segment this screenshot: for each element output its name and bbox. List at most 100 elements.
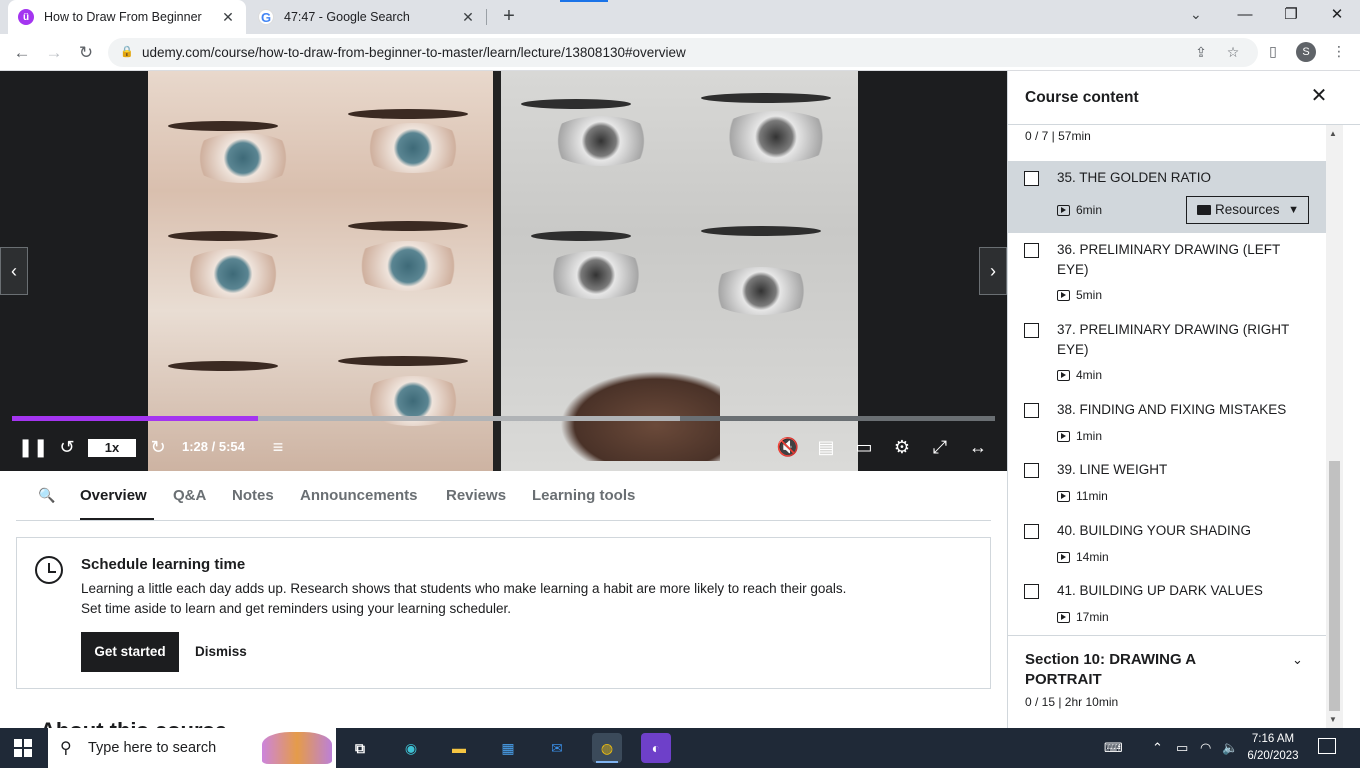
share-icon[interactable]: ⇪ <box>1192 44 1210 62</box>
video-icon <box>1057 289 1070 301</box>
close-icon[interactable]: ✕ <box>220 9 236 25</box>
mute-icon[interactable]: 🔇 <box>776 435 800 459</box>
side-panel-icon[interactable]: ▯ <box>1264 43 1282 61</box>
windows-taskbar: ⚲ Type here to search ⧉ ◉ ▬ ▦ ✉ ◍ ◐ ⌨ ⌃ … <box>0 728 1360 768</box>
new-tab-button[interactable]: + <box>498 5 520 27</box>
section-progress: 0 / 7 | 57min <box>1025 129 1091 143</box>
video-progress-bar[interactable] <box>12 416 995 421</box>
tab-announcements[interactable]: Announcements <box>300 487 418 504</box>
settings-gear-icon[interactable]: ⚙ <box>890 435 914 459</box>
video-frame-reference-photo <box>148 71 493 471</box>
close-sidebar-button[interactable]: ✕ <box>1308 85 1330 107</box>
lesson-checkbox[interactable] <box>1024 243 1039 258</box>
mail-icon[interactable]: ✉ <box>542 733 572 763</box>
browser-tab-google[interactable]: G 47:47 - Google Search ✕ <box>250 0 486 34</box>
github-desktop-icon[interactable]: ◐ <box>641 733 671 763</box>
url-text[interactable]: udemy.com/course/how-to-draw-from-beginn… <box>142 45 686 60</box>
lesson-item[interactable]: 36. PRELIMINARY DRAWING (LEFT EYE) 5min <box>1008 233 1326 313</box>
video-player[interactable]: ‹ › ❚❚ ↺ 1x ↻ 1:28 / 5:54 ≡ 🔇 ▤ ▭ ⚙ ⤢ ↔ <box>0 71 1007 471</box>
address-bar[interactable]: 🔒 udemy.com/course/how-to-draw-from-begi… <box>108 38 1258 67</box>
taskbar-clock[interactable]: 7:16 AM 6/20/2023 <box>1246 731 1300 765</box>
folder-icon <box>1197 205 1211 215</box>
chevron-up-icon[interactable]: ⌃ <box>1152 740 1163 756</box>
forward-icon[interactable]: ↻ <box>146 435 170 459</box>
lesson-title: 38. FINDING AND FIXING MISTAKES <box>1057 402 1287 417</box>
forward-button[interactable]: → <box>43 42 65 64</box>
eyebrow <box>348 221 468 231</box>
windows-start-icon[interactable] <box>14 739 32 757</box>
eyebrow <box>338 356 468 366</box>
reload-button[interactable]: ↻ <box>75 42 97 64</box>
duration-text: 14min <box>1076 550 1109 564</box>
chevron-down-icon[interactable]: ⌄ <box>1190 6 1208 26</box>
store-icon[interactable]: ▦ <box>493 733 523 763</box>
close-icon[interactable]: ✕ <box>460 9 476 25</box>
resources-dropdown[interactable]: Resources ▼ <box>1186 196 1309 224</box>
tab-notes[interactable]: Notes <box>232 487 274 504</box>
card-description: Learning a little each day adds up. Rese… <box>81 579 961 619</box>
task-view-icon[interactable]: ⧉ <box>345 733 375 763</box>
next-lecture-button[interactable]: › <box>979 247 1007 295</box>
notifications-icon[interactable] <box>1318 738 1336 754</box>
lesson-checkbox[interactable] <box>1024 463 1039 478</box>
star-icon[interactable]: ☆ <box>1224 44 1242 62</box>
fullscreen-icon[interactable]: ⤢ <box>928 435 952 459</box>
lock-icon[interactable]: 🔒 <box>120 45 134 58</box>
search-highlight-image <box>262 732 332 764</box>
file-explorer-icon[interactable]: ▬ <box>444 733 474 763</box>
course-content-sidebar: Course content ✕ 0 / 7 | 57min 35. THE G… <box>1007 71 1360 728</box>
previous-lecture-button[interactable]: ‹ <box>0 247 28 295</box>
rewind-icon[interactable]: ↺ <box>55 435 79 459</box>
lesson-item[interactable]: 38. FINDING AND FIXING MISTAKES 1min <box>1008 393 1326 453</box>
browser-tab-udemy[interactable]: ü How to Draw From Beginner to Master ✕ <box>8 0 246 34</box>
search-placeholder: Type here to search <box>88 740 217 756</box>
scroll-up-icon[interactable]: ▲ <box>1329 129 1337 138</box>
tab-reviews[interactable]: Reviews <box>446 487 506 504</box>
avatar[interactable]: S <box>1296 42 1316 62</box>
lesson-item[interactable]: 39. LINE WEIGHT 11min <box>1008 453 1326 513</box>
tab-qa[interactable]: Q&A <box>173 487 206 504</box>
scroll-down-icon[interactable]: ▼ <box>1329 715 1337 724</box>
lesson-item[interactable]: 35. THE GOLDEN RATIO 6min Resources ▼ <box>1008 161 1326 233</box>
tab-overview[interactable]: Overview <box>80 487 147 504</box>
menu-icon[interactable]: ⋮ <box>1330 43 1348 61</box>
battery-icon[interactable]: ▭ <box>1176 740 1188 756</box>
get-started-button[interactable]: Get started <box>81 632 179 672</box>
minimize-button[interactable]: — <box>1222 0 1268 30</box>
search-icon[interactable]: 🔍 <box>38 487 55 504</box>
add-note-icon[interactable]: ≡ <box>266 435 290 459</box>
volume-icon[interactable]: 🔈 <box>1222 740 1238 756</box>
wifi-icon[interactable]: ◠ <box>1200 740 1211 756</box>
lesson-checkbox[interactable] <box>1024 323 1039 338</box>
chevron-down-icon[interactable]: ⌄ <box>1292 652 1303 668</box>
lesson-item[interactable]: 40. BUILDING YOUR SHADING 14min <box>1008 514 1326 574</box>
chrome-icon[interactable]: ◍ <box>592 733 622 763</box>
captions-icon[interactable]: ▭ <box>852 435 876 459</box>
tab-learning-tools[interactable]: Learning tools <box>532 487 635 504</box>
dismiss-button[interactable]: Dismiss <box>195 632 247 672</box>
playback-speed-button[interactable]: 1x <box>88 439 136 457</box>
lesson-checkbox[interactable] <box>1024 524 1039 539</box>
schedule-learning-card: Schedule learning time Learning a little… <box>16 537 991 689</box>
eyebrow <box>521 99 631 109</box>
lesson-checkbox[interactable] <box>1024 584 1039 599</box>
edge-icon[interactable]: ◉ <box>396 733 426 763</box>
lesson-item[interactable]: 41. BUILDING UP DARK VALUES 17min <box>1008 574 1326 634</box>
section-header-portrait[interactable]: Section 10: DRAWING A PORTRAIT ⌄ 0 / 15 … <box>1008 635 1326 728</box>
eye <box>541 251 651 299</box>
transcript-icon[interactable]: ▤ <box>814 435 838 459</box>
back-button[interactable]: ← <box>11 42 33 64</box>
sidebar-scroll-thumb[interactable] <box>1329 461 1340 711</box>
lesson-title: 37. PRELIMINARY DRAWING (RIGHT EYE) <box>1057 322 1290 357</box>
duration-text: 1min <box>1076 429 1103 443</box>
expand-icon[interactable]: ↔ <box>966 435 990 459</box>
keyboard-icon[interactable]: ⌨ <box>1104 740 1123 756</box>
lesson-checkbox[interactable] <box>1024 171 1039 186</box>
lesson-item[interactable]: 37. PRELIMINARY DRAWING (RIGHT EYE) 4min <box>1008 313 1326 393</box>
lesson-checkbox[interactable] <box>1024 403 1039 418</box>
window-close-button[interactable]: ✕ <box>1314 0 1360 30</box>
eyebrow <box>348 109 468 119</box>
sidebar-scrollbar[interactable]: ▲ ▼ <box>1326 125 1343 728</box>
maximize-button[interactable]: ❐ <box>1268 0 1314 30</box>
pause-button[interactable]: ❚❚ <box>18 435 48 459</box>
